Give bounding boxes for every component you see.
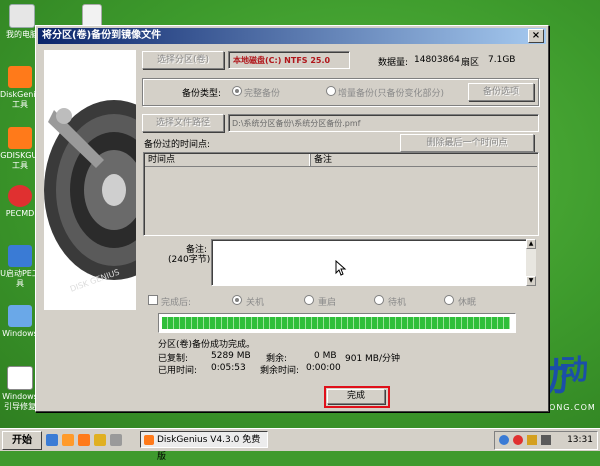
progress-bar	[158, 313, 516, 333]
desktop-icon-label: Windows 引导修复	[2, 392, 38, 411]
uqidong-icon	[8, 245, 32, 267]
system-tray: 13:31	[494, 431, 598, 450]
close-button[interactable]: ×	[528, 29, 544, 43]
diskgenius-task-icon	[144, 435, 154, 445]
backup-times-label: 备份过的时间点:	[144, 140, 211, 150]
remaining-time-value: 0:00:00	[306, 363, 341, 373]
diskgenius-icon	[8, 66, 32, 88]
restart-radio[interactable]	[304, 295, 314, 305]
progress-fill	[162, 317, 510, 329]
elapsed-value: 0:05:53	[211, 363, 246, 373]
disk-illustration: DISK GENIUS	[44, 50, 136, 310]
backup-dialog: 将分区(卷)备份到镜像文件 × DISK GENIUS 选择分区(卷) 本地磁盘…	[35, 25, 549, 412]
desktop-icon-label: GDISKGUI 工具	[0, 151, 40, 170]
desktop-icon-label: PECMD	[5, 209, 35, 218]
usb-icon[interactable]	[527, 435, 537, 445]
desktop-icon-windows-boot[interactable]: Windows 引导修复	[0, 366, 40, 412]
after-done-checkbox[interactable]	[148, 295, 158, 305]
standby-label: 待机	[388, 298, 407, 308]
column-header-remark[interactable]: 备注	[311, 154, 536, 166]
after-done-label: 完成后:	[161, 298, 192, 308]
quicklaunch-drive-icon[interactable]	[110, 434, 122, 446]
file-path-value: D:\系统分区备份\系统分区备份.pmf	[232, 119, 361, 128]
mouse-cursor-icon	[335, 260, 347, 276]
sector-count-label: 数据量:	[378, 58, 409, 68]
quicklaunch-diskgenius-icon[interactable]	[78, 434, 90, 446]
desktop-icon-windows[interactable]: Windows	[0, 305, 40, 339]
status-text: 分区(卷)备份成功完成。	[158, 340, 256, 350]
speed-value: 901 MB/分钟	[345, 354, 401, 364]
network-icon[interactable]	[499, 435, 509, 445]
windows-boot-icon	[7, 366, 33, 390]
sector-count-value: 14803864	[414, 55, 460, 65]
backup-options-button[interactable]: 备份选项	[468, 83, 534, 101]
hard-disk-icon: DISK GENIUS	[44, 50, 136, 310]
partition-value: 本地磁盘(C:) NTFS 25.0	[233, 56, 331, 65]
sector-unit-label: 扇区	[461, 58, 480, 68]
remark-scrollbar[interactable]: ▲ ▼	[526, 239, 536, 286]
taskbar: 开始 DiskGenius V4.3.0 免费版 13:31	[0, 428, 600, 462]
desktop-icon-label: Windows	[2, 329, 38, 338]
shutdown-label: 关机	[246, 298, 265, 308]
gdiskgui-icon	[8, 127, 32, 149]
remaining-time-label: 剩余时间:	[260, 366, 300, 376]
dialog-titlebar[interactable]: 将分区(卷)备份到镜像文件 ×	[38, 28, 546, 44]
done-button[interactable]: 完成	[327, 389, 385, 404]
elapsed-label: 已用时间:	[158, 366, 198, 376]
taskbar-item-label: DiskGenius V4.3.0 免费版	[157, 435, 261, 462]
taskbar-clock[interactable]: 13:31	[567, 434, 593, 447]
shutdown-radio[interactable]	[232, 295, 242, 305]
restart-label: 重启	[318, 298, 337, 308]
taskbar-item-diskgenius[interactable]: DiskGenius V4.3.0 免费版	[140, 431, 268, 462]
scroll-down-icon[interactable]: ▼	[526, 276, 536, 286]
close-icon: ×	[531, 30, 541, 41]
full-backup-label: 完整备份	[244, 89, 281, 99]
remark-textarea[interactable]	[211, 239, 527, 286]
full-backup-radio[interactable]	[232, 86, 242, 96]
standby-radio[interactable]	[374, 295, 384, 305]
quicklaunch-tools-icon[interactable]	[62, 434, 74, 446]
scroll-up-icon[interactable]: ▲	[526, 239, 536, 249]
desktop-icon-diskgenius[interactable]: DiskGenius 工具	[0, 66, 45, 110]
computer-icon	[9, 4, 35, 28]
delete-last-time-button[interactable]: 删除最后一个时间点	[400, 134, 534, 152]
volume-icon[interactable]	[541, 435, 551, 445]
column-header-time[interactable]: 时间点	[145, 154, 311, 166]
desktop-icon-gdiskgui[interactable]: GDISKGUI 工具	[0, 127, 40, 171]
size-value: 7.1GB	[488, 55, 516, 65]
incremental-backup-radio[interactable]	[326, 86, 336, 96]
backup-type-label: 备份类型:	[182, 89, 222, 99]
time-points-list[interactable]: 时间点 备注	[143, 152, 539, 236]
select-partition-button[interactable]: 选择分区(卷)	[142, 51, 224, 69]
windows-icon	[8, 305, 32, 327]
hibernate-radio[interactable]	[444, 295, 454, 305]
select-file-path-button[interactable]: 选择文件路径	[142, 114, 224, 132]
time-points-header: 时间点 备注	[145, 154, 537, 167]
hibernate-label: 休眠	[458, 298, 477, 308]
incremental-backup-label: 增量备份(只备份变化部分)	[338, 89, 445, 99]
start-label: 开始	[12, 435, 32, 446]
quicklaunch-folder-icon[interactable]	[94, 434, 106, 446]
desktop-icon-uqidong[interactable]: U启动PE工具	[0, 245, 40, 289]
security-icon[interactable]	[513, 435, 523, 445]
file-path-field[interactable]: D:\系统分区备份\系统分区备份.pmf	[228, 114, 539, 132]
desktop-icon-pecmd[interactable]: PECMD	[0, 185, 40, 219]
remaining-value: 0 MB	[314, 351, 337, 361]
dialog-title: 将分区(卷)备份到镜像文件	[42, 30, 162, 41]
copied-value: 5289 MB	[211, 351, 251, 361]
desktop-icon-label: 我的电脑	[6, 30, 38, 39]
pecmd-icon	[8, 185, 32, 207]
desktop-icon-label: U启动PE工具	[0, 269, 40, 288]
quicklaunch-desktop-icon[interactable]	[46, 434, 58, 446]
partition-display: 本地磁盘(C:) NTFS 25.0	[228, 51, 350, 69]
remark-size-hint: (240字节)	[168, 255, 211, 265]
start-button[interactable]: 开始	[2, 431, 42, 450]
